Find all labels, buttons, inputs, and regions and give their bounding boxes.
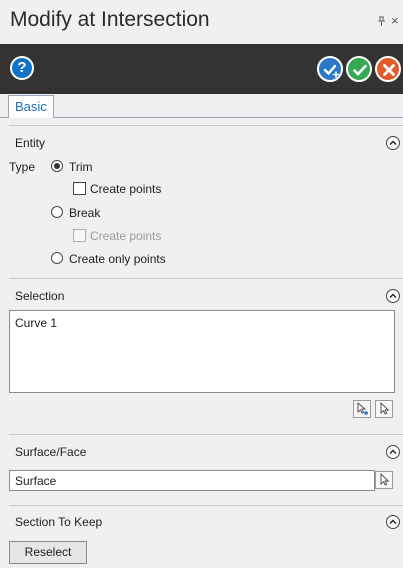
pin-icon[interactable] [377, 16, 386, 30]
ok-button[interactable] [346, 56, 372, 82]
apply-button[interactable] [317, 56, 343, 82]
selection-list[interactable]: Curve 1 [9, 310, 395, 388]
tab-strip: Basic [0, 94, 403, 118]
apply-plus-icon [323, 64, 340, 78]
cancel-button[interactable] [375, 56, 401, 82]
chevron-up-icon [389, 519, 397, 524]
pick-selection-button[interactable] [375, 400, 393, 418]
pointer-icon [380, 402, 390, 415]
selection-section: Selection Curve 1 [9, 278, 403, 426]
pointer-icon [380, 473, 390, 486]
section-to-keep-title: Section To Keep [15, 515, 103, 529]
radio-create-only-points[interactable] [51, 252, 63, 264]
close-icon[interactable]: × [391, 13, 399, 28]
break-create-points-checkbox[interactable] [73, 229, 86, 242]
chevron-up-icon [389, 140, 397, 145]
section-to-keep: Section To Keep Reselect [9, 505, 403, 568]
help-button[interactable]: ? [10, 56, 34, 80]
selection-section-title: Selection [15, 289, 65, 303]
command-toolbar: ? [0, 44, 403, 94]
radio-break-label[interactable]: Break [69, 206, 100, 220]
window-title: Modify at Intersection [10, 8, 210, 31]
window-titlebar: Modify at Intersection × [0, 0, 403, 44]
type-label: Type [9, 160, 36, 174]
list-item[interactable]: Curve 1 [15, 316, 57, 330]
cancel-x-icon [383, 64, 395, 76]
surface-section: Surface/Face Surface [9, 434, 403, 500]
radio-break[interactable] [51, 206, 63, 218]
break-create-points-label[interactable]: Create points [90, 229, 161, 243]
surface-field[interactable]: Surface [9, 470, 375, 491]
surface-collapse-button[interactable] [386, 445, 400, 459]
add-selection-button[interactable] [353, 400, 371, 418]
radio-trim[interactable] [51, 160, 63, 172]
reselect-button[interactable]: Reselect [9, 541, 87, 564]
chevron-up-icon [389, 449, 397, 454]
entity-section: Entity Type Trim Create points Break Cre… [9, 125, 403, 270]
tab-basic[interactable]: Basic [8, 95, 54, 118]
entity-collapse-button[interactable] [386, 136, 400, 150]
trim-create-points-checkbox[interactable] [73, 182, 86, 195]
selection-collapse-button[interactable] [386, 289, 400, 303]
entity-section-title: Entity [15, 136, 46, 150]
radio-create-only-points-label[interactable]: Create only points [69, 252, 166, 266]
chevron-up-icon [389, 293, 397, 298]
surface-section-title: Surface/Face [15, 445, 87, 459]
section-to-keep-collapse-button[interactable] [386, 515, 400, 529]
selection-list-scrollbar[interactable] [9, 387, 395, 393]
checkmark-icon [353, 64, 367, 76]
pointer-add-icon [357, 402, 368, 415]
radio-trim-label[interactable]: Trim [69, 160, 93, 174]
pick-surface-button[interactable] [375, 471, 393, 489]
trim-create-points-label[interactable]: Create points [90, 182, 161, 196]
